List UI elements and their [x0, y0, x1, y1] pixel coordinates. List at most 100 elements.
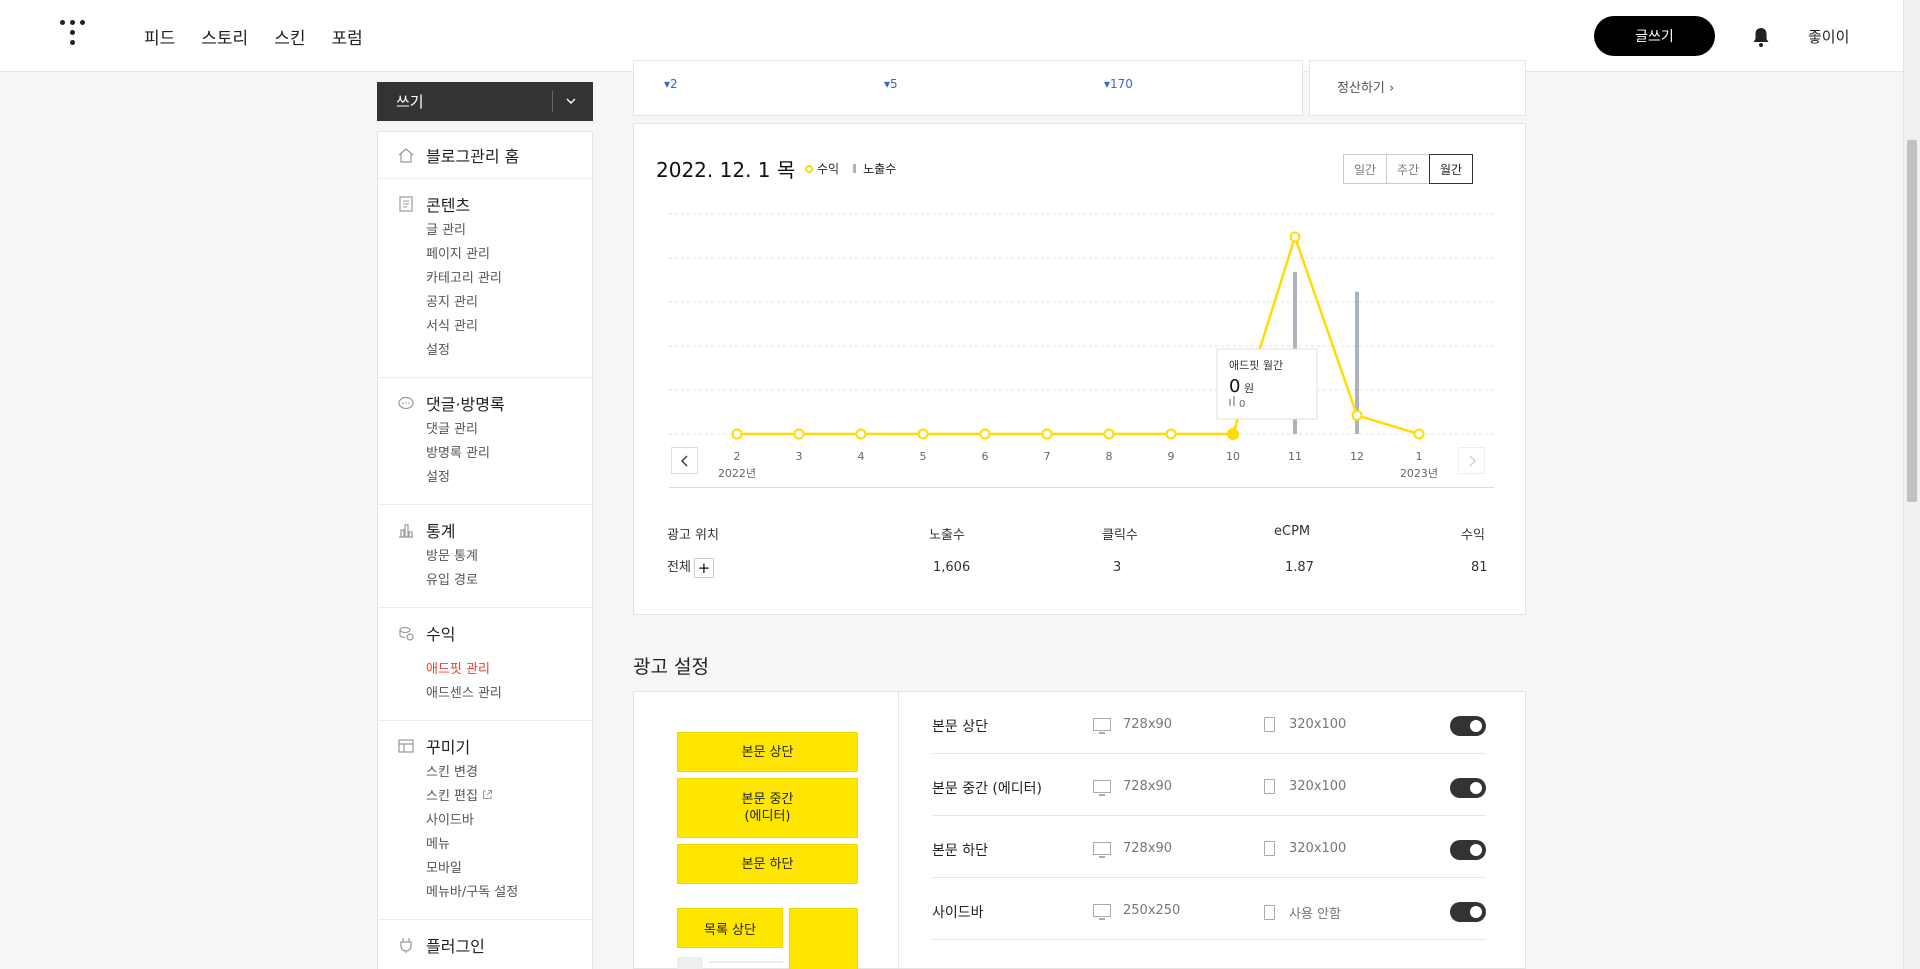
delta-value-1: ▾2 — [664, 77, 678, 91]
sidebar-item-templates[interactable]: 서식 관리 — [426, 315, 592, 339]
x-tick-label: 5 — [920, 450, 927, 463]
ad-toggle-switch[interactable] — [1450, 840, 1486, 860]
sidebar-item-posts[interactable]: 글 관리 — [426, 219, 592, 243]
sidebar-item-comments[interactable]: 댓글·방명록 — [378, 392, 592, 414]
sidebar-item-adfit[interactable]: 애드핏 관리 — [426, 658, 592, 682]
header-revenue: 수익 — [1461, 528, 1485, 543]
mobile-size-label: 320x100 — [1289, 717, 1347, 732]
x-tick-label: 10 — [1226, 450, 1240, 463]
sidebar-item-notices[interactable]: 공지 관리 — [426, 291, 592, 315]
tistory-logo-icon[interactable] — [60, 20, 86, 50]
expand-plus-button[interactable]: + — [693, 557, 714, 578]
sidebar-item-categories[interactable]: 카테고리 관리 — [426, 267, 592, 291]
sidebar-item-content[interactable]: 콘텐츠 — [378, 193, 592, 215]
nav-story[interactable]: 스토리 — [201, 24, 248, 49]
mobile-icon — [1264, 779, 1275, 794]
pc-size: 728x90 — [1093, 717, 1172, 734]
x-tick-label: 2 — [734, 450, 741, 463]
speech-bubble-icon — [398, 396, 414, 410]
sidebar-item-comment-settings[interactable]: 설정 — [426, 466, 592, 490]
revenue-point — [1041, 428, 1053, 440]
ad-preview: 본문 상단 본문 중간 (에디터) 본문 하단 목록 상단 — [634, 692, 899, 969]
x-tick-label: 1 — [1416, 450, 1423, 463]
ad-toggle-switch[interactable] — [1450, 902, 1486, 922]
pc-size: 728x90 — [1093, 841, 1172, 858]
summary-panel: ▾2 ▾5 ▾170 — [633, 60, 1303, 116]
sidebar-item-revenue[interactable]: 수익 — [378, 622, 592, 644]
ad-setting-row: 본문 하단 728x90 320x100 — [932, 816, 1486, 878]
row-position: 전체 + — [667, 556, 714, 578]
settle-label: 정산하기 — [1337, 81, 1385, 96]
sidebar-menu: 블로그관리 홈 콘텐츠 글 관리 페이지 관리 카테고리 관리 공지 관리 서식… — [377, 131, 593, 969]
write-post-button[interactable]: 글쓰기 — [1594, 16, 1715, 56]
mobile-icon — [1264, 841, 1275, 856]
sidebar-item-referrers[interactable]: 유입 경로 — [426, 569, 592, 593]
mobile-size-label: 320x100 — [1289, 779, 1347, 794]
sidebar-item-sidebar[interactable]: 사이드바 — [426, 809, 592, 833]
sidebar-item-adsense[interactable]: 애드센스 관리 — [426, 682, 592, 706]
header-ecpm: eCPM — [1274, 524, 1311, 539]
header-position: 광고 위치 — [667, 528, 719, 543]
scrollbar-thumb[interactable] — [1907, 140, 1917, 502]
nav-forum[interactable]: 포럼 — [331, 24, 362, 49]
sidebar-item-comment-manage[interactable]: 댓글 관리 — [426, 418, 592, 442]
year-label-end: 2023년 — [1400, 467, 1438, 480]
chevron-right-icon — [1469, 455, 1476, 466]
row-position-label: 전체 — [667, 560, 691, 575]
nav-skin[interactable]: 스킨 — [274, 24, 305, 49]
row-revenue: 81 — [1471, 560, 1488, 575]
user-name[interactable]: 좋이이 — [1808, 26, 1849, 47]
settlement-panel: 정산하기 › — [1309, 60, 1526, 116]
preview-block-middle: 본문 중간 (에디터) — [677, 778, 858, 838]
x-tick-label: 12 — [1350, 450, 1364, 463]
x-tick-label: 11 — [1288, 450, 1302, 463]
sidebar-item-mobile[interactable]: 모바일 — [426, 857, 592, 881]
sidebar-item-design[interactable]: 꾸미기 — [378, 735, 592, 757]
home-icon — [398, 148, 414, 163]
nav-feed[interactable]: 피드 — [144, 24, 175, 49]
period-monthly[interactable]: 월간 — [1429, 154, 1473, 184]
sidebar-item-pages[interactable]: 페이지 관리 — [426, 243, 592, 267]
sidebar-section-title: 콘텐츠 — [426, 196, 471, 215]
ad-setting-row: 사이드바 250x250 사용 안함 — [932, 878, 1486, 940]
sidebar-item-visit-stats[interactable]: 방문 통계 — [426, 545, 592, 569]
sidebar-item-skin-edit[interactable]: 스킨 편집 — [426, 785, 592, 809]
x-tick-label: 9 — [1168, 450, 1175, 463]
mobile-icon — [1264, 905, 1275, 920]
sidebar-section-title: 블로그관리 홈 — [426, 147, 520, 166]
page-scrollbar[interactable] — [1903, 0, 1920, 969]
divider — [669, 487, 1494, 488]
sidebar-item-skin-change[interactable]: 스킨 변경 — [426, 761, 592, 785]
ad-toggle-switch[interactable] — [1450, 778, 1486, 798]
revenue-point — [917, 428, 929, 440]
sidebar-item-home[interactable]: 블로그관리 홈 — [378, 144, 592, 166]
sidebar-item-menu[interactable]: 메뉴 — [426, 833, 592, 857]
sidebar-section-title: 꾸미기 — [426, 738, 471, 757]
settle-link[interactable]: 정산하기 › — [1337, 77, 1394, 96]
mobile-size: 사용 안함 — [1264, 903, 1341, 922]
header-impressions: 노출수 — [929, 528, 965, 543]
table-row: 전체 + 1,606 3 1.87 81 — [667, 557, 1494, 580]
sidebar-item-plugins[interactable]: 플러그인 — [378, 934, 592, 956]
x-tick-label: 6 — [982, 450, 989, 463]
sidebar-write-label: 쓰기 — [396, 93, 424, 111]
chart-prev-button[interactable] — [671, 447, 698, 474]
preview-placeholder — [677, 957, 858, 969]
ad-toggle-switch[interactable] — [1450, 716, 1486, 736]
row-impressions: 1,606 — [933, 560, 971, 575]
chevron-right-icon: › — [1388, 81, 1395, 96]
bell-icon[interactable] — [1751, 26, 1771, 48]
ad-slot-name: 사이드바 — [932, 905, 984, 921]
sidebar-item-guestbook[interactable]: 방명록 관리 — [426, 442, 592, 466]
layout-icon — [398, 739, 414, 753]
sidebar-item-menubar[interactable]: 메뉴바/구독 설정 — [426, 881, 592, 905]
sidebar-write-button[interactable]: 쓰기 — [377, 82, 593, 121]
chevron-down-icon[interactable] — [564, 94, 578, 108]
pc-size-label: 728x90 — [1123, 779, 1173, 794]
monitor-icon — [1093, 718, 1111, 734]
revenue-point — [1289, 231, 1301, 243]
sidebar-section-title: 플러그인 — [426, 937, 485, 956]
chart-next-button[interactable] — [1458, 447, 1485, 474]
sidebar-item-content-settings[interactable]: 설정 — [426, 339, 592, 363]
sidebar-item-stats[interactable]: 통계 — [378, 519, 592, 541]
